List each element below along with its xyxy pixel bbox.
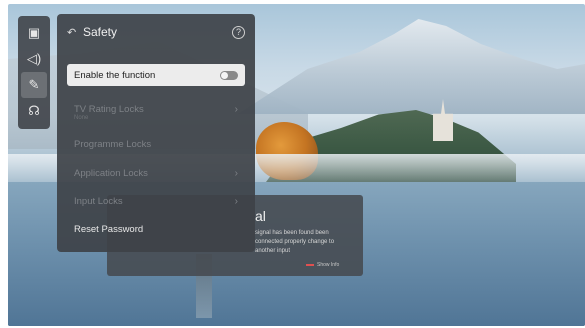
menu-item-application-locks[interactable]: Application Locks ›	[67, 162, 245, 184]
enable-toggle[interactable]	[220, 70, 238, 80]
menu-item-enable-function[interactable]: Enable the function	[67, 64, 245, 86]
back-arrow-icon[interactable]: ↶	[67, 26, 83, 39]
chevron-right-icon: ›	[234, 103, 238, 115]
toggle-knob	[221, 71, 228, 79]
sound-icon[interactable]: ◁)	[21, 46, 47, 72]
settings-sidebar: ▣ ◁) ✎ ☊	[18, 16, 50, 129]
menu-item-reset-password[interactable]: Reset Password	[67, 218, 245, 240]
menu-item-label: Enable the function	[74, 69, 156, 81]
show-info-link[interactable]: Show Info	[306, 262, 339, 268]
show-info-label: Show Info	[317, 262, 340, 268]
menu-item-label: Input Locks	[74, 195, 123, 207]
menu-item-label: Programme Locks	[74, 138, 152, 150]
menu-item-input-locks[interactable]: Input Locks ›	[67, 190, 245, 212]
panel-header: ↶ Safety ?	[57, 14, 255, 50]
chevron-right-icon: ›	[234, 167, 238, 179]
menu-item-label: Reset Password	[74, 223, 144, 235]
background-mountain	[238, 19, 585, 114]
support-headset-icon[interactable]: ☊	[21, 98, 47, 124]
menu-item-programme-locks[interactable]: Programme Locks	[67, 133, 245, 155]
no-signal-dialog-text: signal has been found been connected pro…	[255, 230, 335, 254]
help-circle-icon[interactable]: ?	[232, 25, 245, 39]
menu-item-label: TV Rating Locks	[74, 103, 144, 115]
picture-icon[interactable]: ▣	[21, 20, 47, 46]
panel-title: Safety	[83, 25, 118, 39]
red-button-icon	[306, 264, 314, 266]
menu-item-sub: None	[74, 115, 89, 121]
menu-item-tv-rating-locks[interactable]: TV Rating Locks None ›	[67, 98, 245, 122]
menu-item-label: Application Locks	[74, 167, 148, 179]
chevron-right-icon: ›	[234, 195, 238, 207]
wrench-icon[interactable]: ✎	[21, 72, 47, 98]
safety-panel: ↶ Safety ? Enable the function TV Rating…	[57, 14, 255, 252]
no-signal-dialog-title: al	[255, 208, 266, 224]
